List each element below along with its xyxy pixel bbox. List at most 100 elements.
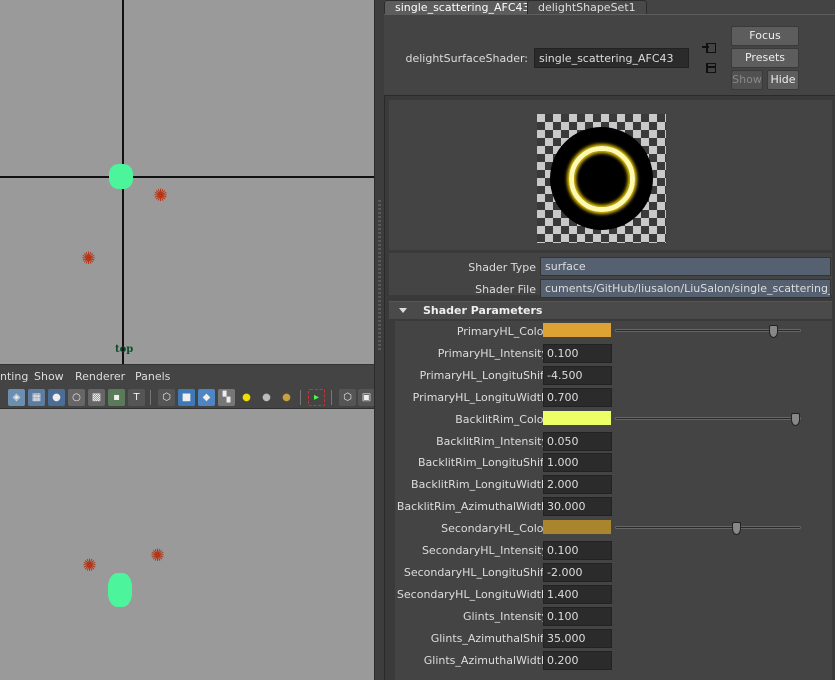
param-value-field[interactable]: 0.100 <box>543 541 612 560</box>
slider-handle[interactable] <box>791 413 800 426</box>
param-value-field[interactable]: 2.000 <box>543 475 612 494</box>
param-row-backlitrim-intensity: BacklitRim_Intensity 0.050 <box>395 431 832 453</box>
toolbar-divider <box>331 390 332 405</box>
light-icon[interactable]: ✺ <box>149 548 166 565</box>
light-icon[interactable]: ✺ <box>80 251 97 268</box>
texture-icon[interactable]: ▪ <box>108 389 125 406</box>
shader-type-field[interactable]: surface <box>540 257 831 276</box>
color-swatch[interactable] <box>543 520 611 534</box>
material-swatch[interactable] <box>537 114 666 243</box>
cube-shaded-icon[interactable]: ■ <box>178 389 195 406</box>
checker-icon[interactable]: ▚ <box>218 389 235 406</box>
tab-single-scattering[interactable]: single_scattering_AFC43 <box>384 0 541 15</box>
toolbar-divider <box>300 390 301 405</box>
param-value-field[interactable]: -2.000 <box>543 563 612 582</box>
presets-button[interactable]: Presets <box>731 48 799 68</box>
input-connections-icon[interactable] <box>702 41 718 55</box>
cube-textured-icon[interactable]: ◆ <box>198 389 215 406</box>
hair-object-top[interactable] <box>109 164 133 189</box>
slider-handle[interactable] <box>769 325 778 338</box>
light-all-icon[interactable]: ● <box>258 389 275 406</box>
light-selected-icon[interactable]: ● <box>278 389 295 406</box>
toolbar-divider <box>150 390 151 405</box>
color-swatch[interactable] <box>543 323 611 337</box>
light-icon[interactable]: ✺ <box>81 558 98 575</box>
slider-handle[interactable] <box>732 522 741 535</box>
param-row-backlitrim-azimuthalwidth: BacklitRim_AzimuthalWidth 30.000 <box>395 496 832 518</box>
menu-renderer[interactable]: Renderer <box>75 370 125 383</box>
cube-extra-icon[interactable]: ▣ <box>358 389 375 406</box>
camera-label: top <box>115 344 134 355</box>
param-value-field[interactable]: 0.100 <box>543 607 612 626</box>
light-icon[interactable]: ✺ <box>152 188 169 205</box>
param-row-primaryhl-color: PrimaryHL_Color <box>395 321 832 343</box>
xray-icon[interactable]: ▩ <box>88 389 105 406</box>
shader-name-field[interactable] <box>534 48 689 68</box>
viewport-menubar: nting Show Renderer Panels <box>0 364 374 386</box>
param-label: PrimaryHL_Intensity <box>437 347 548 360</box>
param-label: Glints_Intensity <box>462 610 548 623</box>
menu-panels[interactable]: Panels <box>135 370 170 383</box>
light-default-icon[interactable]: ● <box>238 389 255 406</box>
param-label: Glints_AzimuthalShift <box>430 632 548 645</box>
persp-viewport[interactable]: ✺ ✺ <box>0 409 374 680</box>
color-slider[interactable] <box>615 325 801 338</box>
splitter-grip[interactable] <box>378 200 381 350</box>
color-swatch[interactable] <box>543 411 611 425</box>
show-button[interactable]: Show <box>731 70 763 90</box>
param-row-glints-intensity: Glints_Intensity 0.100 <box>395 606 832 628</box>
section-title: Shader Parameters <box>423 304 543 317</box>
param-label: BacklitRim_LongituWidth <box>411 478 548 491</box>
shader-parameters-list: PrimaryHL_Color PrimaryHL_Intensity 0.100 P… <box>395 321 832 680</box>
attribute-editor: single_scattering_AFC43 delightShapeSet1… <box>384 0 835 680</box>
param-value-field[interactable]: 30.000 <box>543 497 612 516</box>
shader-file-field[interactable]: cuments/GitHub/liusalon/LiuSalon/single_… <box>540 279 831 298</box>
param-value-field[interactable]: 0.050 <box>543 432 612 451</box>
menu-show[interactable]: Show <box>34 370 64 383</box>
param-row-primaryhl-intensity: PrimaryHL_Intensity 0.100 <box>395 343 832 365</box>
cube-frame-icon[interactable]: ⬡ <box>339 389 356 406</box>
panel-splitter[interactable] <box>374 0 384 680</box>
node-tabs: single_scattering_AFC43 delightShapeSet1 <box>384 0 835 15</box>
param-value-field[interactable]: -4.500 <box>543 366 612 385</box>
wireframe-shaded-icon[interactable]: ◈ <box>8 389 25 406</box>
hide-button[interactable]: Hide <box>767 70 799 90</box>
param-row-secondaryhl-color: SecondaryHL_Color <box>395 518 832 540</box>
tab-delight-shapeset[interactable]: delightShapeSet1 <box>527 0 647 15</box>
text-icon[interactable]: T <box>128 389 145 406</box>
param-label: SecondaryHL_LongituShift <box>403 566 548 579</box>
grid-icon[interactable]: ▦ <box>28 389 45 406</box>
param-row-backlitrim-longitushift: BacklitRim_LongituShift 1.000 <box>395 452 832 474</box>
hair-object-persp[interactable] <box>108 573 132 607</box>
cube-wire-icon[interactable]: ⬡ <box>158 389 175 406</box>
param-value-field[interactable]: 0.100 <box>543 344 612 363</box>
menu-lighting[interactable]: nting <box>0 370 28 383</box>
param-value-field[interactable]: 0.200 <box>543 651 612 670</box>
focus-button[interactable]: Focus <box>731 26 799 46</box>
top-viewport[interactable]: ✺ ✺ top <box>0 0 374 364</box>
param-label: BacklitRim_AzimuthalWidth <box>396 500 548 513</box>
isolate-select-icon[interactable]: ▸ <box>308 389 325 406</box>
param-value-field[interactable]: 0.700 <box>543 388 612 407</box>
param-label: SecondaryHL_LongituWidth <box>396 588 548 601</box>
attribute-scroll-area[interactable]: Shader Type surface Shader File cuments/… <box>384 95 835 680</box>
param-label: PrimaryHL_LongituWidth <box>412 391 548 404</box>
collapse-triangle-icon[interactable] <box>399 308 407 313</box>
viewport-toolbar: ◈ ▦ ● ○ ▩ ▪ T ⬡ ■ ◆ ▚ ● ● ● ▸ ⬡ ▣ <box>0 386 375 409</box>
param-value-field[interactable]: 35.000 <box>543 629 612 648</box>
shader-node-label: delightSurfaceShader: <box>405 52 528 65</box>
param-label: SecondaryHL_Color <box>441 522 548 535</box>
smooth-shade-icon[interactable]: ● <box>48 389 65 406</box>
param-value-field[interactable]: 1.400 <box>543 585 612 604</box>
flat-shade-icon[interactable]: ○ <box>68 389 85 406</box>
swatch-panel <box>389 100 832 250</box>
shader-parameters-header[interactable]: Shader Parameters <box>389 301 832 319</box>
shader-file-label: Shader File <box>475 283 536 296</box>
param-label: BacklitRim_Intensity <box>436 435 548 448</box>
param-value-field[interactable]: 1.000 <box>543 453 612 472</box>
color-slider[interactable] <box>615 413 801 426</box>
param-label: PrimaryHL_LongituShift <box>419 369 548 382</box>
output-connections-icon[interactable] <box>702 61 718 75</box>
color-slider[interactable] <box>615 522 801 535</box>
param-label: BacklitRim_Color <box>455 413 548 426</box>
